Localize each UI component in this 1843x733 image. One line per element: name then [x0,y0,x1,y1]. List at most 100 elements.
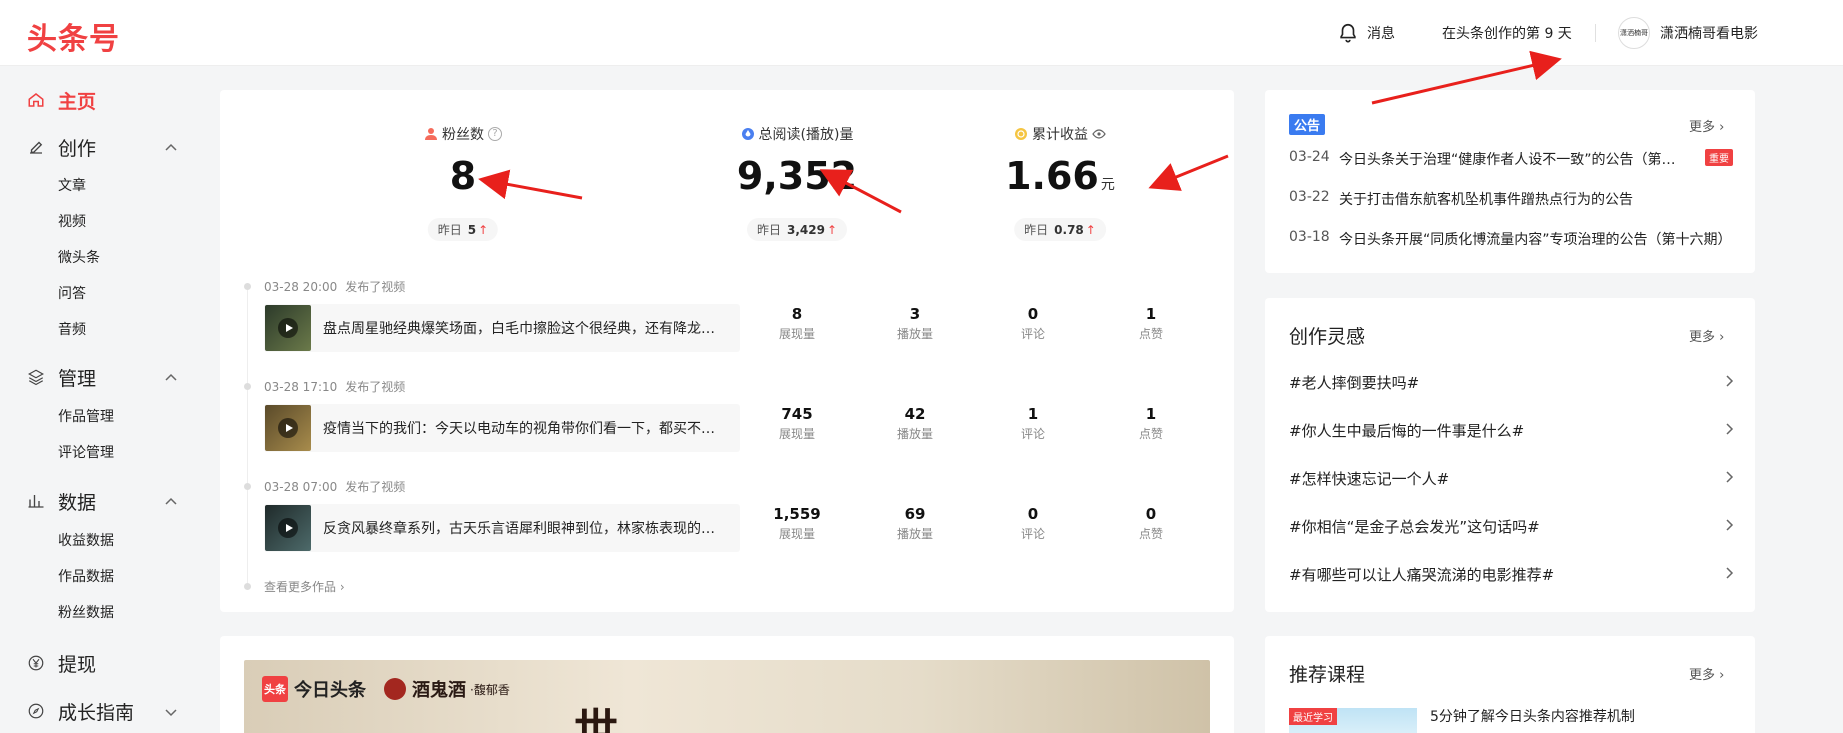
topic-item[interactable]: #你相信“是金子总会发光”这句话吗# [1289,516,1735,537]
work-header: 03-28 20:00 发布了视频 [264,278,405,295]
work-action: 发布了视频 [345,380,406,394]
topic-text: #你相信“是金子总会发光”这句话吗# [1289,518,1540,536]
notice-tag: 公告 [1289,114,1326,135]
work-title[interactable]: 反贪风暴终章系列，古天乐言语犀利眼神到位，林家栋表现的很好 [323,518,723,538]
sidebar-item-works-manage[interactable]: 作品管理 [58,406,114,426]
yen-icon [26,653,46,673]
topic-item[interactable]: #老人摔倒要扶吗# [1289,372,1735,393]
chevron-right-icon [1726,519,1734,531]
metric-value: 1 [1145,305,1157,323]
income-label-row: 累计收益 [910,124,1210,144]
income-value: 1.66 [1005,154,1099,198]
topic-item[interactable]: #怎样快速忘记一个人# [1289,468,1735,489]
video-thumbnail[interactable] [265,505,311,551]
income-unit: 元 [1100,177,1115,193]
user-name[interactable]: 潇洒楠哥看电影 [1660,23,1758,43]
arrow-up-icon: ↑ [478,223,489,237]
sidebar-item-manage[interactable]: 管理 [26,363,96,391]
help-icon[interactable]: ? [488,127,502,141]
banner-card: 头条 今日头条 酒鬼酒 ·馥郁香 世 [220,636,1234,733]
fans-label: 粉丝数 [442,127,484,143]
metric-plays: 42 播放量 [875,405,955,442]
chevron-right-icon: › [1719,668,1725,683]
metric-comments: 0 评论 [993,505,1073,542]
pencil-icon [26,137,46,157]
user-profile[interactable]: 潇洒楠哥 潇洒楠哥看电影 [1618,0,1758,66]
banner-brand-toutiao: 头条 今日头条 [262,676,366,702]
banner-brand-jiuguijiu: 酒鬼酒 ·馥郁香 [384,676,510,702]
work-title[interactable]: 盘点周星驰经典爆笑场面，白毛巾擦脸这个很经典，还有降龙十八掌 [323,318,723,338]
sidebar-item-create[interactable]: 创作 [26,133,96,161]
yesterday-label: 昨日 [1024,223,1049,237]
work-item[interactable]: 盘点周星驰经典爆笑场面，白毛巾擦脸这个很经典，还有降龙十八掌 [264,304,740,352]
app-logo[interactable]: 头条号 [27,14,120,58]
banner-brand-name: 酒鬼酒 [412,680,466,701]
sidebar-item-video[interactable]: 视频 [58,211,86,231]
chevron-up-icon[interactable] [164,371,178,385]
reads-label-row: 总阅读(播放)量 [647,124,947,144]
metric-likes: 0 点赞 [1111,505,1191,542]
sidebar-item-comments-manage[interactable]: 评论管理 [58,442,114,462]
chevron-down-icon[interactable] [164,705,178,719]
work-title[interactable]: 疫情当下的我们：今天以电动车的视角带你们看一下，都买不到东西 [323,418,723,438]
video-thumbnail[interactable] [265,305,311,351]
chevron-up-icon[interactable] [164,495,178,509]
sidebar-label: 创作 [58,137,97,160]
arrow-up-icon: ↑ [1085,223,1096,237]
important-badge: 重要 [1705,149,1733,166]
sidebar-item-works-data[interactable]: 作品数据 [58,566,114,586]
inspiration-more-link[interactable]: 更多 › [1689,326,1724,345]
work-time: 03-28 20:00 [264,280,338,294]
notice-more-link[interactable]: 更多 › [1689,116,1724,135]
more-works-link[interactable]: 查看更多作品 › [264,578,345,595]
notice-item[interactable]: 03-22 关于打击借东航客机坠机事件蹭热点行为的公告 [1289,189,1739,209]
work-item[interactable]: 反贪风暴终章系列，古天乐言语犀利眼神到位，林家栋表现的很好 [264,504,740,552]
sidebar-item-income-data[interactable]: 收益数据 [58,530,114,550]
notice-item[interactable]: 03-18 今日头条开展“同质化博流量内容”专项治理的公告（第十六期） [1289,229,1739,249]
metric-comments: 0 评论 [993,305,1073,342]
notice-text: 今日头条关于治理“健康作者人设不一致”的公告（第一期） [1339,152,1689,168]
metric-label: 点赞 [1138,427,1163,441]
timeline-dot [244,283,251,290]
metric-value: 1,559 [773,505,821,523]
metric-impressions: 1,559 展现量 [757,505,837,542]
topic-text: #怎样快速忘记一个人# [1289,470,1450,488]
messages-button[interactable]: 消息 [1337,0,1395,66]
sidebar-item-home[interactable]: 主页 [26,86,96,114]
income-yesterday: 昨日 0.78 ↑ [1014,218,1106,241]
fans-value: 8 [449,154,477,198]
banner-headline: 世 [574,705,618,733]
banner-brand-sub: ·馥郁香 [470,682,510,697]
more-works-label: 查看更多作品 [264,580,337,594]
sidebar-item-micro[interactable]: 微头条 [58,247,100,267]
metric-label: 展现量 [778,427,815,441]
chevron-up-icon[interactable] [164,141,178,155]
topic-item[interactable]: #你人生中最后悔的一件事是什么# [1289,420,1735,441]
work-item[interactable]: 疫情当下的我们：今天以电动车的视角带你们看一下，都买不到东西 [264,404,740,452]
sidebar-item-growth[interactable]: 成长指南 [26,697,134,725]
play-icon [278,318,298,338]
income-value-row: 1.66 元 [910,154,1210,198]
reads-label: 总阅读(播放)量 [758,127,854,143]
bar-chart-icon [26,491,46,511]
sidebar-item-withdraw[interactable]: 提现 [26,649,96,677]
chevron-right-icon [1726,423,1734,435]
inspiration-title: 创作灵感 [1289,326,1366,348]
topic-item[interactable]: #有哪些可以让人痛哭流涕的电影推荐# [1289,564,1735,585]
avatar[interactable]: 潇洒楠哥 [1618,17,1650,49]
notice-date: 03-22 [1289,189,1330,205]
eye-icon[interactable] [1092,127,1106,141]
sidebar-item-fans-data[interactable]: 粉丝数据 [58,602,114,622]
video-thumbnail[interactable] [265,405,311,451]
sidebar-item-article[interactable]: 文章 [58,175,86,195]
work-time: 03-28 07:00 [264,480,338,494]
notice-item[interactable]: 03-24 今日头条关于治理“健康作者人设不一致”的公告（第一期） [1289,149,1689,169]
reads-yesterday: 昨日 3,429 ↑ [746,218,848,241]
course-more-link[interactable]: 更多 › [1689,664,1724,683]
sidebar-item-audio[interactable]: 音频 [58,319,86,339]
metric-label: 播放量 [896,327,933,341]
sidebar-item-qa[interactable]: 问答 [58,283,86,303]
course-title[interactable]: 5分钟了解今日头条内容推荐机制 [1430,706,1635,726]
promo-banner[interactable]: 头条 今日头条 酒鬼酒 ·馥郁香 世 [244,660,1210,733]
sidebar-item-data[interactable]: 数据 [26,487,96,515]
